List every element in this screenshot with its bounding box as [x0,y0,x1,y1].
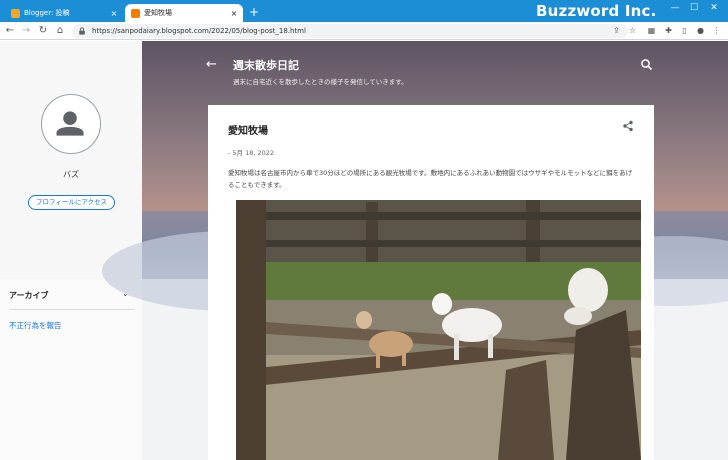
menu-kebab-icon[interactable]: ⋮ [710,24,723,38]
profile-avatar-icon[interactable]: ● [694,24,707,38]
archive-panel: アーカイブ ⌄ 不正行為を報告 [0,279,142,460]
post-title[interactable]: 愛知牧場 [228,122,268,137]
post-card: 愛知牧場 - 5月 18, 2022 愛知牧場は名古屋市内から車で30分ほどの場… [208,105,654,460]
archive-heading[interactable]: アーカイブ [9,290,49,301]
new-tab-button[interactable]: + [249,5,259,19]
browser-toolbar: ← → ↻ ⌂ https://sanpodaiary.blogspot.com… [0,22,728,40]
forward-icon[interactable]: → [19,23,33,39]
side-panel-icon[interactable]: ▯ [678,24,691,38]
back-arrow-icon[interactable]: ← [206,57,217,72]
tab-blogger[interactable]: Blogger: 投稿 × [5,4,123,22]
browser-tab-bar: Blogger: 投稿 × 愛知牧場 × + Buzzword Inc. — ☐… [0,0,728,22]
blog-page: バズ プロフィールにアクセス アーカイブ ⌄ 不正行為を報告 ← 週末散歩日記 … [0,41,728,460]
reload-icon[interactable]: ↻ [36,23,50,39]
brand-watermark: Buzzword Inc. [536,2,657,20]
close-window-icon[interactable]: ✕ [706,3,722,13]
visit-profile-button[interactable]: プロフィールにアクセス [28,195,115,210]
bookmark-star-icon[interactable]: ☆ [626,24,639,38]
address-bar[interactable]: https://sanpodaiary.blogspot.com/2022/05… [72,24,628,38]
post-body: 愛知牧場は名古屋市内から車で30分ほどの場所にある観光牧場です。敷地内にあるふれ… [228,169,633,189]
divider [9,309,135,310]
search-icon[interactable] [640,58,654,72]
person-icon [56,111,84,136]
blog-title[interactable]: 週末散歩日記 [233,57,299,73]
minimize-icon[interactable]: — [667,3,683,13]
translate-icon[interactable]: ▦ [645,24,658,38]
lock-icon [79,27,85,35]
post-date: - 5月 18, 2022 [228,149,275,157]
tab-close-icon[interactable]: × [228,9,240,18]
profile-panel: バズ プロフィールにアクセス [0,41,142,279]
maximize-icon[interactable]: ☐ [686,3,702,13]
tab-title: 愛知牧場 [144,9,172,17]
blog-description: 週末に自宅近くを散歩したときの様子を発信していきます。 [233,78,408,86]
home-icon[interactable]: ⌂ [53,23,67,39]
tab-close-icon[interactable]: × [108,9,120,18]
avatar[interactable] [41,94,101,154]
url-text: https://sanpodaiary.blogspot.com/2022/05… [92,27,306,35]
blogger-favicon-icon [11,8,20,18]
share-page-icon[interactable]: ⇪ [610,24,623,38]
tab-title: Blogger: 投稿 [24,9,70,17]
blogger-favicon-icon [131,8,140,18]
profile-name: バズ [63,170,79,179]
goats-photo[interactable] [236,200,641,460]
tab-aichi-farm[interactable]: 愛知牧場 × [125,4,243,22]
report-abuse-link[interactable]: 不正行為を報告 [9,320,62,331]
back-icon[interactable]: ← [3,23,17,39]
share-icon[interactable] [622,120,634,132]
extensions-icon[interactable]: ✚ [662,24,675,38]
